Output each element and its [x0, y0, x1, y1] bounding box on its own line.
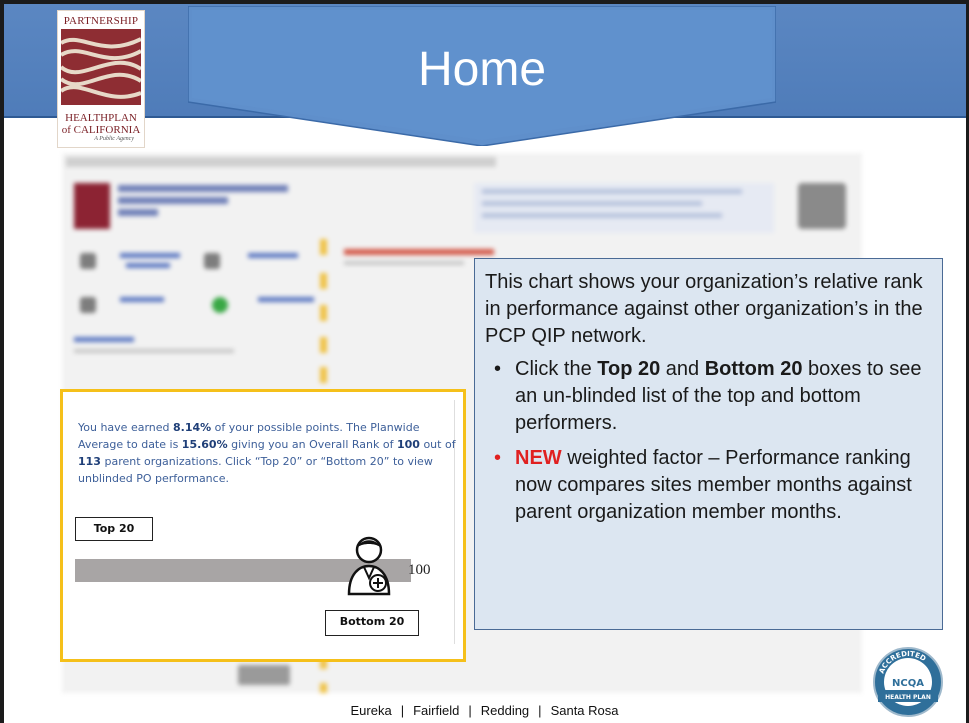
rank-value: 100: [408, 562, 431, 578]
frame-top: [0, 0, 969, 4]
footer-separator: |: [468, 703, 472, 718]
callout-bullets: • Click the Top 20 and Bottom 20 boxes to…: [485, 356, 928, 526]
rank-message-text: out of: [419, 438, 456, 451]
bullet-icon: •: [494, 358, 502, 380]
rank-message-text: You have earned: [78, 421, 173, 434]
user-marker-icon: [347, 536, 391, 596]
slide: Home PARTNERSHIP HEALTHPLAN of CALIFORNI…: [0, 0, 969, 723]
city-santa-rosa: Santa Rosa: [550, 703, 619, 718]
bullet-bold-top20: Top 20: [597, 358, 661, 380]
overall-rank: 100: [396, 438, 420, 451]
footer-cities: Eureka | Fairfield | Redding | Santa Rosa: [0, 703, 969, 718]
svg-text:HEALTH PLAN: HEALTH PLAN: [885, 694, 931, 701]
callout-bullet-new: • NEW weighted factor – Performance ranki…: [485, 445, 928, 526]
partnership-logo: PARTNERSHIP HEALTHPLAN of CALIFORNIA A P…: [57, 10, 145, 148]
new-label: NEW: [515, 447, 562, 469]
ncqa-badge-icon: ACCREDITED NCQA HEALTH PLAN: [873, 647, 943, 717]
logo-weave-icon: [59, 29, 143, 105]
bullet-text-part: Click the: [515, 358, 598, 380]
total-organizations: 113: [78, 455, 101, 468]
planwide-average: 15.60%: [181, 438, 228, 451]
page-title: Home: [417, 43, 547, 96]
logo-line-1: PARTNERSHIP: [63, 15, 139, 27]
rank-panel: You have earned 8.14% of your possible p…: [60, 389, 466, 662]
logo-tagline: A Public Agency: [94, 136, 134, 142]
city-eureka: Eureka: [350, 703, 392, 718]
bottom-20-button[interactable]: Bottom 20: [325, 610, 419, 636]
logo-line-3: of CALIFORNIA: [61, 124, 141, 136]
bullet-text-part: weighted factor – Performance ranking no…: [515, 447, 912, 523]
footer-separator: |: [400, 703, 405, 718]
city-fairfield: Fairfield: [413, 703, 460, 718]
callout-bullet-top-bottom: • Click the Top 20 and Bottom 20 boxes to…: [485, 356, 928, 437]
top-20-button[interactable]: Top 20: [75, 517, 153, 541]
footer-separator: |: [538, 703, 542, 718]
svg-text:NCQA: NCQA: [892, 678, 924, 689]
bullet-text-part: and: [660, 358, 705, 380]
bullet-icon: •: [494, 447, 502, 469]
info-callout: This chart shows your organization’s rel…: [474, 258, 943, 630]
bullet-bold-bottom20: Bottom 20: [704, 358, 803, 380]
logo-line-2: HEALTHPLAN: [65, 112, 137, 124]
city-redding: Redding: [480, 703, 530, 718]
earned-percent: 8.14%: [173, 421, 212, 434]
rank-message-text: giving you an Overall Rank of: [227, 438, 397, 451]
frame-left: [0, 0, 4, 723]
callout-intro: This chart shows your organization’s rel…: [485, 271, 923, 347]
rank-message: You have earned 8.14% of your possible p…: [78, 419, 458, 487]
rank-message-text: parent organizations. Click “Top 20” or …: [78, 455, 433, 485]
